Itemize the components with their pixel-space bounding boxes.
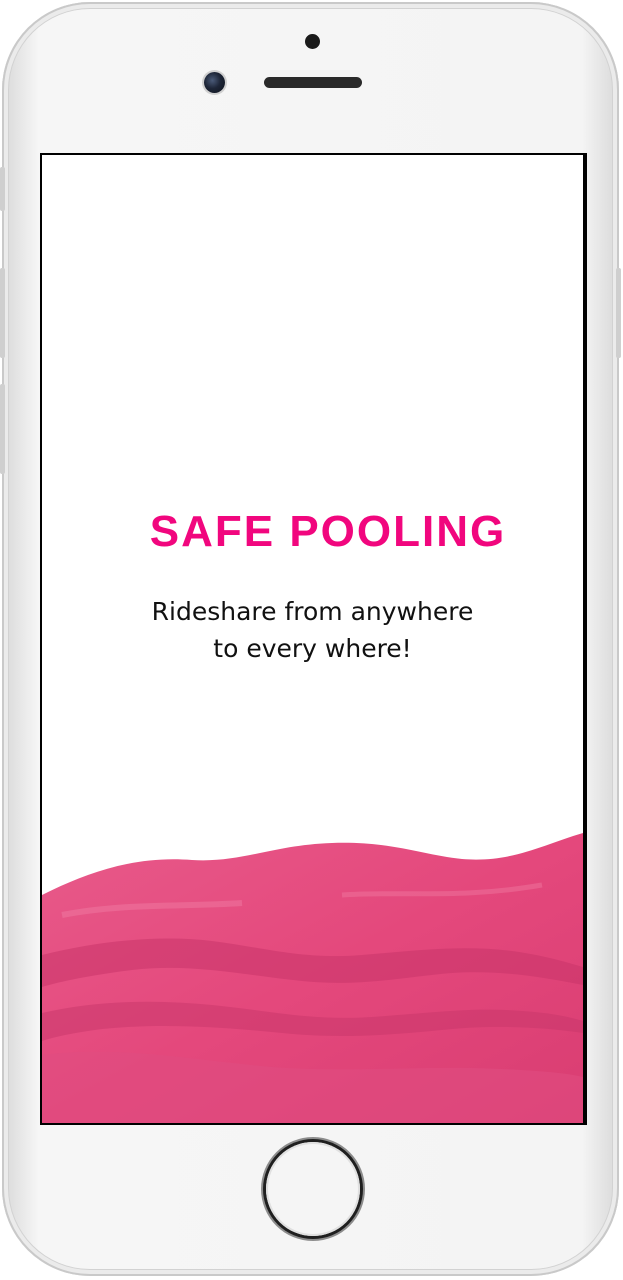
app-tagline: Rideshare from anywhere to every where!	[42, 593, 583, 667]
proximity-sensor-icon	[305, 34, 320, 49]
splash-screen: SAFE POOLING Rideshare from anywhere to …	[42, 155, 583, 1123]
tagline-line-1: Rideshare from anywhere	[151, 597, 474, 626]
earpiece-speaker-icon	[264, 77, 362, 88]
home-button-icon[interactable]	[266, 1142, 360, 1236]
power-button	[616, 268, 621, 358]
phone-screen: SAFE POOLING Rideshare from anywhere to …	[40, 153, 587, 1125]
silent-switch	[0, 167, 5, 211]
volume-up-button	[0, 268, 5, 358]
tagline-line-2: to every where!	[213, 634, 412, 663]
app-title: SAFE POOLING	[149, 507, 507, 556]
front-camera-icon	[204, 72, 225, 93]
volume-down-button	[0, 384, 5, 474]
phone-frame: SAFE POOLING Rideshare from anywhere to …	[0, 2, 621, 1276]
